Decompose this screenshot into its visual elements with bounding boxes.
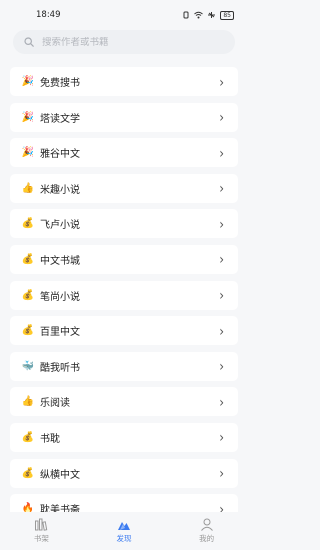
party-popper-icon: 🎉 [21,76,35,87]
list-item-label: 中文书城 [40,255,80,267]
list-item-label: 乐阅读 [40,398,70,410]
list-item-label: 免费搜书 [40,78,80,89]
list-item[interactable]: 🎉 免费搜书 › [10,67,238,96]
source-list: 🎉 免费搜书 › 🎉 塔读文学 › 🎉 雅谷中文 › 👍 米趣小说 › 💰 飞卢小说 › 💰 中文书城 › 💰 笔尚小… [0,56,248,524]
search-input[interactable] [42,36,222,48]
money-bag-icon: 💰 [21,253,35,265]
signal-icon [208,12,216,18]
list-item-label: 塔读文学 [40,113,80,125]
list-item[interactable]: 🐳 酷我听书 › [10,351,238,381]
chevron-right-icon: › [219,179,224,197]
chevron-right-icon: › [219,144,224,162]
list-item-label: 笔尚小说 [40,291,80,303]
status-icons: 85 [182,10,234,20]
list-item[interactable]: 👍 米趣小说 › [10,173,238,203]
money-bag-icon: 💰 [21,218,35,230]
wifi-icon [194,11,204,19]
vibrate-icon [183,11,189,19]
list-item[interactable]: 💰 飞卢小说 › [10,209,238,239]
list-item[interactable]: 💰 书耽 › [10,422,238,452]
party-popper-icon: 🎉 [21,111,35,123]
whale-icon: 🐳 [21,360,35,372]
list-item-label: 酷我听书 [40,362,80,374]
chevron-right-icon: › [219,251,224,268]
chevron-right-icon: › [219,73,224,90]
status-bar: 18:49 85 [0,0,248,30]
money-bag-icon: 💰 [21,325,35,337]
chevron-right-icon: › [219,215,224,233]
thumbs-up-icon: 👍 [21,396,35,408]
list-item[interactable]: 🎉 雅谷中文 › [10,138,238,168]
tab-bookshelf[interactable]: 书架 [11,518,71,544]
list-item[interactable]: 👍 乐阅读 › [10,387,238,417]
list-item-label: 米趣小说 [40,184,80,196]
discover-icon [117,522,130,530]
chevron-right-icon: › [219,393,224,411]
thumbs-up-icon: 👍 [21,182,35,194]
tab-profile[interactable]: 我的 [177,518,237,544]
search-bar[interactable] [13,30,235,54]
tab-profile-label: 我的 [199,534,215,543]
list-item[interactable]: 🎉 塔读文学 › [10,102,238,132]
chevron-right-icon: › [219,429,224,446]
list-item-label: 书耽 [40,433,60,445]
battery-icon: 85 [220,10,234,20]
list-item-label: 纵横中文 [40,469,80,481]
profile-icon [200,518,213,531]
chevron-right-icon: › [219,108,224,126]
list-item-label: 雅谷中文 [40,149,80,161]
list-item-label: 飞卢小说 [40,220,80,232]
list-item[interactable]: 💰 笔尚小说 › [10,280,238,310]
search-icon [24,37,34,47]
status-time: 18:49 [36,10,61,20]
bottom-tab-bar: 书架 发现 我的 [0,512,248,550]
tab-bookshelf-label: 书架 [33,534,49,543]
list-item[interactable]: 💰 百里中文 › [10,316,238,346]
money-bag-icon: 💰 [21,431,35,443]
bookshelf-icon [35,518,48,531]
chevron-right-icon: › [219,357,224,375]
chevron-right-icon: › [219,322,224,340]
tab-discover[interactable]: 发现 [94,518,154,544]
chevron-right-icon: › [219,464,224,482]
list-item[interactable]: 💰 纵横中文 › [10,458,238,488]
money-bag-icon: 💰 [21,289,35,301]
list-item[interactable]: 💰 中文书城 › [10,244,238,274]
tab-discover-label: 发现 [116,534,132,543]
chevron-right-icon: › [219,286,224,304]
money-bag-icon: 💰 [21,467,35,479]
party-popper-icon: 🎉 [21,147,35,159]
list-item-label: 百里中文 [40,327,80,339]
